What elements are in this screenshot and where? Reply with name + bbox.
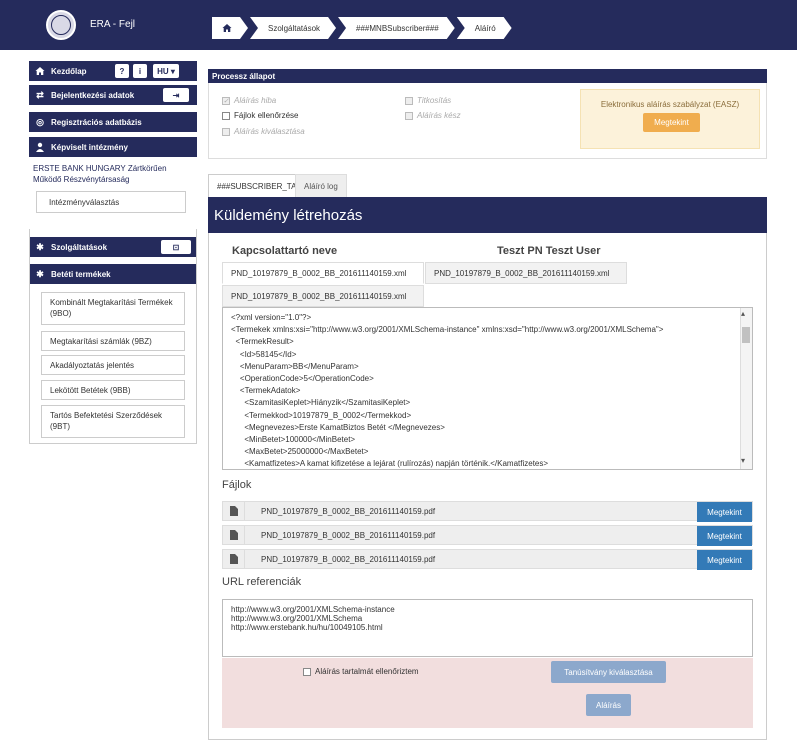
status-label: Aláírás kész [417, 111, 461, 120]
user-name-heading: Teszt PN Teszt User [497, 245, 601, 257]
status-label: Titkosítás [417, 96, 452, 105]
breadcrumb-item-signer[interactable]: Aláíró [457, 17, 512, 39]
xml-content[interactable]: <?xml version="1.0"?> <Termekek xmlns:xsi… [222, 307, 753, 470]
xml-line: <Termekek xmlns:xsi="http://www.w3.org/2… [231, 325, 664, 335]
status-label: Aláírás hiba [234, 96, 277, 105]
select-certificate-button[interactable]: Tanúsítvány kiválasztása [551, 661, 666, 683]
sign-button[interactable]: Aláírás [586, 694, 631, 716]
checkbox [222, 111, 230, 120]
url-line: http://www.erstebank.hu/hu/10049105.html [231, 623, 383, 632]
sidebar-item-label: Kezdőlap [51, 66, 87, 76]
file-icon [223, 550, 245, 568]
xml-scrollbar-thumb[interactable] [742, 327, 750, 343]
breadcrumb-item-services[interactable]: Szolgáltatások [250, 17, 336, 39]
breadcrumb: Szolgáltatások ###MNBSubscriber### Aláír… [212, 17, 514, 39]
file-icon [223, 502, 245, 520]
url-references-box[interactable]: http://www.w3.org/2001/XMLSchema-instanc… [222, 599, 753, 657]
xml-tab[interactable]: PND_10197879_B_0002_BB_201611140159.xml [222, 262, 424, 284]
xml-line: <OperationCode>5</OperationCode> [231, 374, 374, 384]
sidebar-item-home[interactable]: Kezdőlap ? i HU ▾ [29, 61, 197, 81]
product-item[interactable]: Akadályoztatás jelentés [41, 355, 185, 375]
easz-text: Elektronikus aláírás szabályzat (EASZ) [600, 100, 740, 109]
product-item[interactable]: Megtakarítási számlák (9BZ) [41, 331, 185, 351]
file-row: PND_10197879_B_0002_BB_201611140159.pdf … [222, 525, 753, 546]
file-icon [223, 526, 245, 544]
institution-select-button[interactable]: Intézményválasztás [36, 191, 186, 213]
status-encryption: Titkosítás [405, 96, 451, 105]
sidebar-item-label: Regisztrációs adatbázis [51, 117, 142, 127]
product-item[interactable]: Lekötött Betétek (9BB) [41, 380, 185, 400]
help-icon[interactable]: ? [115, 64, 129, 78]
xml-tab[interactable]: PND_10197879_B_0002_BB_201611140159.xml [222, 285, 424, 307]
xml-line: <TermekAdatok> [231, 386, 301, 396]
provider-name-heading: Kapcsolattartó neve [232, 245, 338, 257]
file-name: PND_10197879_B_0002_BB_201611140159.pdf [261, 506, 436, 516]
checkbox [405, 111, 413, 120]
tab-signer-log[interactable]: Aláíró log [295, 174, 347, 197]
checkbox[interactable] [303, 667, 311, 676]
status-label: Aláírás kiválasztása [234, 127, 305, 136]
url-references-label: URL referenciák [222, 576, 302, 588]
file-view-button[interactable]: Megtekint [697, 502, 752, 522]
file-name: PND_10197879_B_0002_BB_201611140159.pdf [261, 554, 436, 564]
app-title: ERA - Fejl [90, 19, 136, 30]
checkbox-label: Aláírás tartalmát ellenőriztem [315, 667, 419, 676]
sidebar-item-label: Bejelentkezési adatok [51, 90, 135, 100]
product-item[interactable]: Tartós Befektetési Szerződések (9BT) [41, 405, 185, 438]
logout-icon[interactable]: ⇥ [163, 88, 189, 102]
page-title: Küldemény létrehozás [208, 197, 767, 233]
easz-view-button[interactable]: Megtekint [643, 113, 700, 132]
breadcrumb-home[interactable] [212, 17, 248, 39]
file-view-button[interactable]: Megtekint [697, 550, 752, 570]
xml-line: <Kamatfizetes>A kamat kifizetése a lejár… [231, 459, 549, 469]
checkbox [222, 127, 230, 136]
file-name: PND_10197879_B_0002_BB_201611140159.pdf [261, 530, 436, 540]
status-sign-error: ✓ Aláírás hiba [222, 96, 276, 105]
sign-area [222, 658, 753, 728]
scroll-down-icon[interactable]: ▾ [741, 456, 745, 465]
mnb-logo [46, 10, 76, 40]
process-status-header: Processz állapot [208, 69, 767, 83]
status-sign-ready: Aláírás kész [405, 111, 461, 120]
sidebar-item-represented[interactable]: Képviselt intézmény [29, 137, 197, 157]
language-select[interactable]: HU ▾ [153, 64, 179, 78]
info-icon[interactable]: i [133, 64, 147, 78]
registry-icon: ◎ [36, 116, 44, 127]
xml-line: <Termekkod>10197879_B_0002</Termekkod> [231, 410, 412, 420]
sign-content-checked-checkbox[interactable]: Aláírás tartalmát ellenőriztem [303, 667, 419, 676]
xml-line: <MinBetet>100000</MinBetet> [231, 435, 356, 445]
home-icon [35, 66, 45, 76]
checkbox: ✓ [222, 96, 230, 105]
url-line: http://www.w3.org/2001/XMLSchema [231, 614, 363, 623]
sidebar-item-label: Képviselt intézmény [51, 142, 128, 152]
sidebar-item-login[interactable]: ⇄ Bejelentkezési adatok ⇥ [29, 85, 197, 105]
language-select-label: HU [157, 66, 169, 76]
swap-icon: ⇄ [36, 89, 44, 100]
org-name: ERSTE BANK HUNGARY Zártkörűen Működő Rés… [33, 164, 167, 184]
file-row: PND_10197879_B_0002_BB_201611140159.pdf … [222, 549, 753, 570]
product-item[interactable]: Kombinált Megtakarítási Termékek (9BO) [41, 292, 185, 325]
status-sign-select: Aláírás kiválasztása [222, 127, 305, 136]
status-label: Fájlok ellenőrzése [234, 111, 299, 120]
checkbox [405, 96, 413, 105]
file-view-button[interactable]: Megtekint [697, 526, 752, 546]
xml-line: <MaxBetet>25000000</MaxBetet> [231, 447, 369, 457]
xml-line: <Id>58145</Id> [231, 349, 297, 359]
xml-line: <Megnevezes>Erste KamatBiztos Betét </Me… [231, 422, 445, 432]
xml-line: <?xml version="1.0"?> [231, 313, 312, 322]
xml-line: <TermekResult> [231, 337, 294, 347]
home-icon [222, 23, 232, 33]
user-icon [35, 142, 45, 152]
scroll-up-icon[interactable]: ▴ [741, 309, 745, 318]
file-row: PND_10197879_B_0002_BB_201611140159.pdf … [222, 501, 753, 522]
xml-line: <SzamitasiKeplet>Hiányzik</SzamitasiKepl… [231, 398, 411, 408]
url-line: http://www.w3.org/2001/XMLSchema-instanc… [231, 605, 395, 614]
xml-line: <MenuParam>BB</MenuParam> [231, 361, 359, 371]
sidebar-item-registry[interactable]: ◎ Regisztrációs adatbázis [29, 112, 197, 132]
breadcrumb-item-subscriber[interactable]: ###MNBSubscriber### [338, 17, 455, 39]
status-file-check: Fájlok ellenőrzése [222, 111, 298, 120]
xml-tab[interactable]: PND_10197879_B_0002_BB_201611140159.xml [425, 262, 627, 284]
files-label: Fájlok [222, 479, 252, 491]
